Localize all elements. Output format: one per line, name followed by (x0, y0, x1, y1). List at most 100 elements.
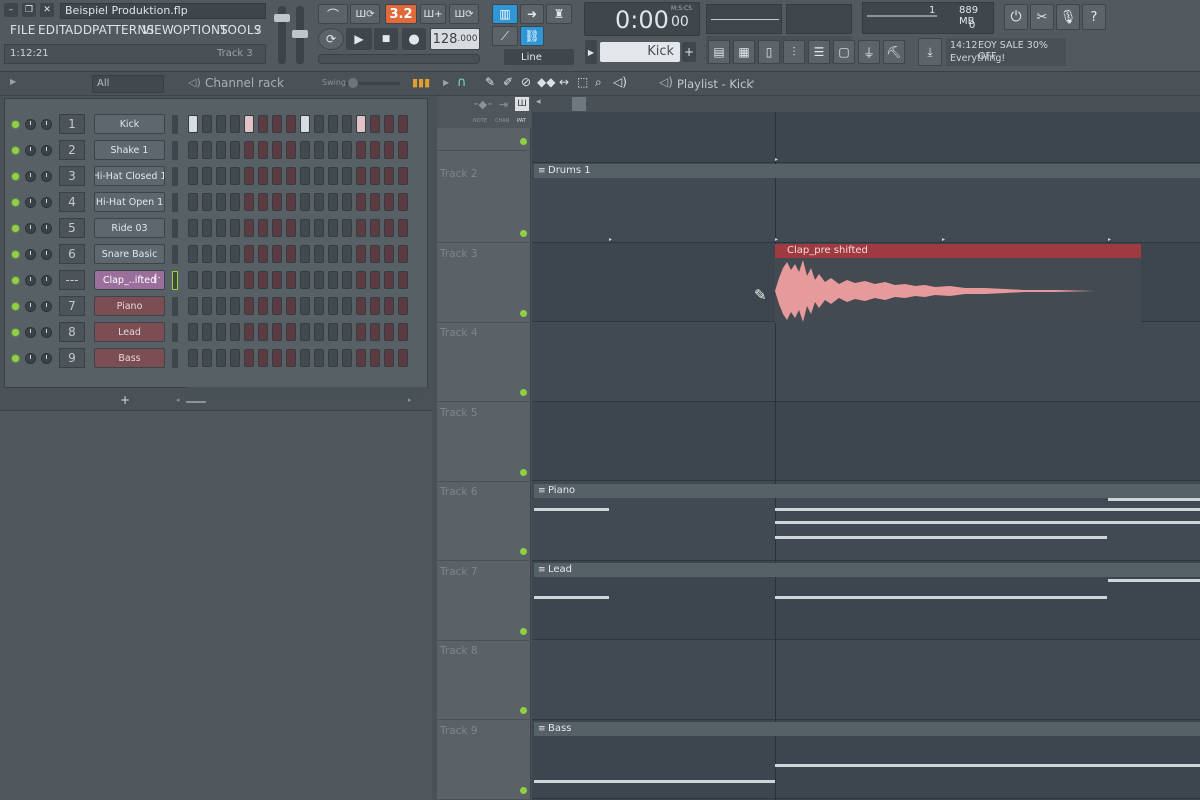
step-button[interactable] (230, 219, 240, 237)
step-button[interactable] (244, 167, 254, 185)
step-button[interactable] (202, 115, 212, 133)
zoom-icon[interactable]: ⌕ (595, 75, 602, 90)
step-button[interactable] (244, 323, 254, 341)
step-button[interactable] (188, 271, 198, 289)
step-button[interactable] (356, 167, 366, 185)
step-button[interactable] (202, 271, 212, 289)
track-mute-led[interactable] (520, 786, 527, 794)
step-button[interactable] (188, 349, 198, 367)
close-icon[interactable]: ✕ (40, 3, 54, 17)
step-button[interactable] (230, 297, 240, 315)
snap-select[interactable]: Line (504, 49, 574, 65)
step-button[interactable] (230, 349, 240, 367)
step-button[interactable] (230, 245, 240, 263)
add-pattern-button[interactable]: + (682, 42, 696, 62)
channel-name-button[interactable]: Bass (94, 348, 165, 368)
swing-handle[interactable] (348, 78, 358, 88)
step-button[interactable] (216, 323, 226, 341)
track-header[interactable]: Track 4 (437, 323, 531, 402)
step-button[interactable] (356, 115, 366, 133)
step-button[interactable] (300, 271, 310, 289)
timeline-ruler[interactable]: ◂ (532, 96, 1200, 112)
step-button[interactable] (286, 115, 296, 133)
channel-pan-knob[interactable] (41, 171, 52, 182)
menu-add[interactable]: ADD (65, 23, 92, 37)
channel-mixer-track[interactable]: 5 (59, 218, 85, 238)
channel-name-button[interactable]: Ride 03 (94, 218, 165, 238)
lead-note[interactable] (1108, 579, 1200, 582)
step-button[interactable] (328, 271, 338, 289)
step-button[interactable] (314, 115, 324, 133)
channel-volume-knob[interactable] (25, 145, 36, 156)
step-button[interactable] (328, 115, 338, 133)
menu-file[interactable]: FILE (10, 23, 36, 37)
song-mode-icon[interactable]: ⟳ (318, 28, 344, 50)
step-button[interactable] (230, 167, 240, 185)
step-button[interactable] (272, 271, 282, 289)
step-button[interactable] (398, 141, 408, 159)
step-button[interactable] (286, 323, 296, 341)
lead-note[interactable] (775, 596, 1107, 599)
step-button[interactable] (370, 193, 380, 211)
step-button[interactable] (398, 193, 408, 211)
step-button[interactable] (398, 349, 408, 367)
track-header[interactable]: Track 5 (437, 403, 531, 482)
mixer-icon[interactable]: ⫶ (783, 40, 805, 64)
playlist-arrangement[interactable]: ◂ Drums 1 Clap_pre shifted ✎ Piano Lead … (532, 96, 1200, 800)
help-icon[interactable]: ? (1082, 4, 1106, 30)
step-button[interactable] (258, 167, 268, 185)
piano-note[interactable] (534, 508, 609, 511)
track-mute-led[interactable] (520, 468, 527, 476)
step-button[interactable] (328, 297, 338, 315)
track-header[interactable]: Track 2 (437, 164, 531, 243)
step-button[interactable] (300, 323, 310, 341)
step-button[interactable] (230, 323, 240, 341)
step-button[interactable] (370, 323, 380, 341)
step-button[interactable] (188, 245, 198, 263)
channel-select-bar[interactable] (172, 271, 178, 290)
step-button[interactable] (230, 271, 240, 289)
step-button[interactable] (384, 193, 394, 211)
track-mute-led[interactable] (520, 707, 527, 714)
slide-icon[interactable]: ⟋ (492, 26, 518, 46)
channel-mute-led[interactable] (12, 329, 19, 336)
track-header[interactable]: Track 8 (437, 641, 531, 720)
graph-editor-icon[interactable]: ▮▮▮ (412, 76, 430, 89)
step-button[interactable] (188, 115, 198, 133)
master-pitch-handle[interactable] (292, 30, 308, 38)
step-button[interactable] (258, 219, 268, 237)
channel-mute-led[interactable] (12, 173, 19, 180)
channel-volume-knob[interactable] (25, 223, 36, 234)
channel-rack-icon[interactable]: ▯ (758, 40, 780, 64)
minimize-icon[interactable]: – (4, 3, 18, 17)
step-button[interactable] (300, 245, 310, 263)
step-button[interactable] (216, 219, 226, 237)
step-button[interactable] (328, 323, 338, 341)
step-button[interactable] (342, 219, 352, 237)
step-button[interactable] (328, 141, 338, 159)
channel-pan-knob[interactable] (41, 223, 52, 234)
step-button[interactable] (188, 219, 198, 237)
download-icon[interactable]: ⤓ (918, 38, 942, 66)
step-button[interactable] (342, 245, 352, 263)
channel-volume-knob[interactable] (25, 197, 36, 208)
channel-mixer-track[interactable]: 4 (59, 192, 85, 212)
step-button[interactable] (398, 167, 408, 185)
channel-mixer-track[interactable]: 8 (59, 322, 85, 342)
add-channel-button[interactable]: + (120, 393, 130, 407)
channel-volume-knob[interactable] (25, 171, 36, 182)
clip-piano-header[interactable]: Piano (534, 484, 1200, 498)
track-mute-led[interactable] (520, 230, 527, 237)
piano-note[interactable] (775, 508, 1200, 511)
step-button[interactable] (356, 193, 366, 211)
step-mode-icon[interactable]: ▥ (492, 4, 518, 24)
news-panel[interactable]: 14:12 EOY SALE 30% OFF Everything! (946, 38, 1066, 66)
playlist-window-icon[interactable]: ▤ (708, 40, 730, 64)
record-icon[interactable]: ● (402, 28, 426, 50)
master-volume-handle[interactable] (274, 14, 290, 22)
channel-mute-led[interactable] (12, 147, 19, 154)
step-button[interactable] (272, 349, 282, 367)
step-button[interactable] (300, 167, 310, 185)
channel-pan-knob[interactable] (41, 145, 52, 156)
track-mute-led[interactable] (520, 309, 527, 317)
